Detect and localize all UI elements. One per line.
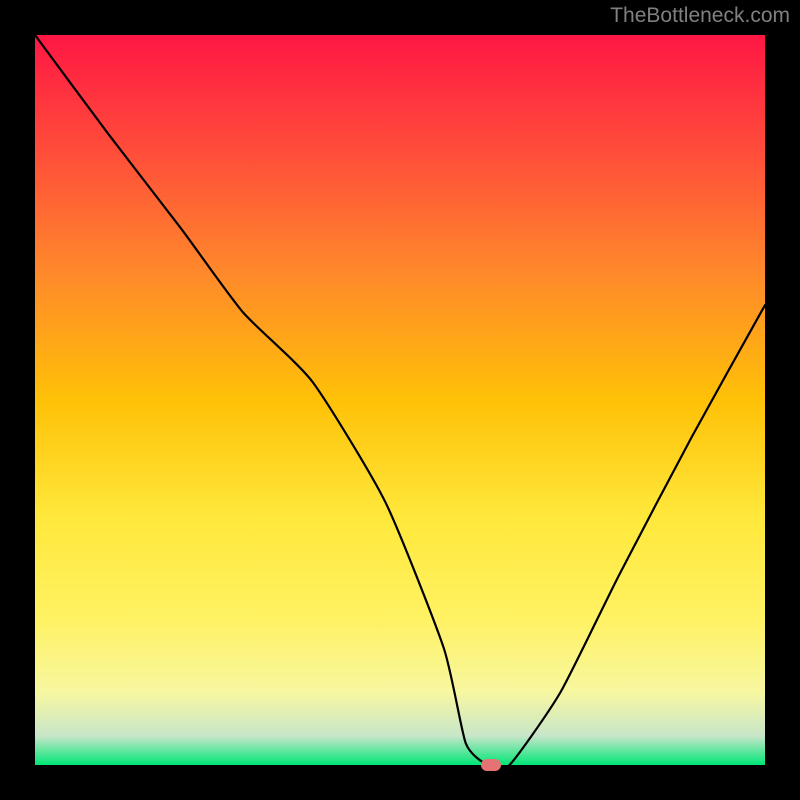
minimum-marker [481, 759, 501, 771]
plot-area [35, 35, 765, 765]
watermark-text: TheBottleneck.com [610, 4, 790, 28]
bottleneck-curve [35, 35, 765, 765]
chart-container: TheBottleneck.com [0, 0, 800, 800]
